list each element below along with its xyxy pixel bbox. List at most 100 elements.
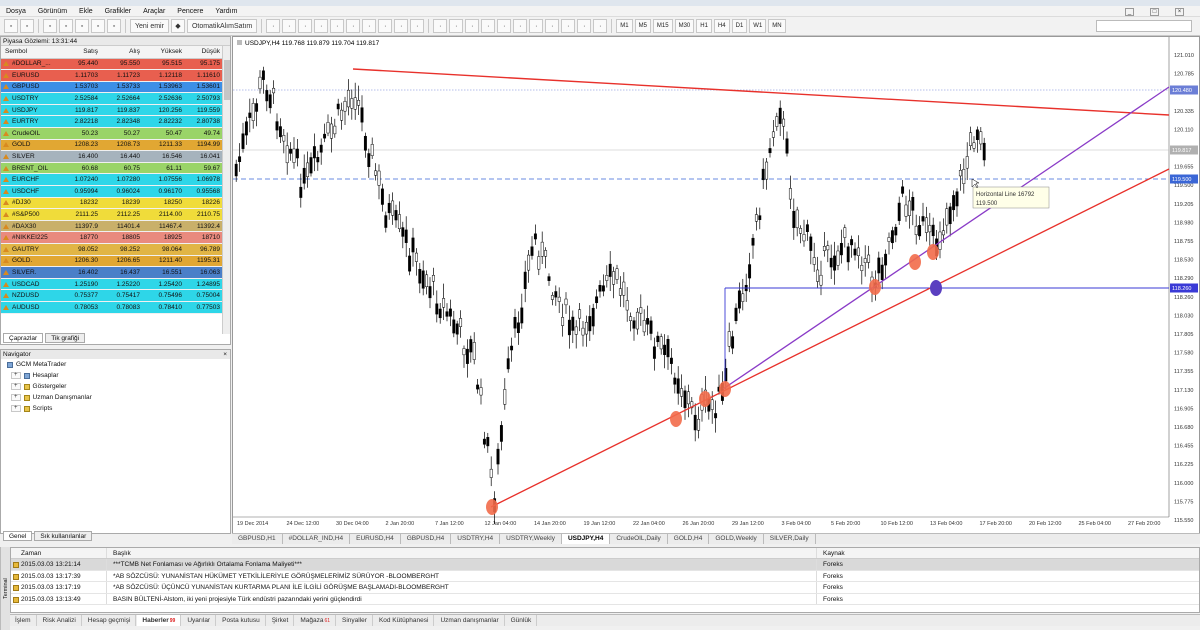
trendline-icon[interactable]: · (330, 19, 345, 33)
rising-trendline[interactable] (722, 86, 1170, 390)
period-icon[interactable]: · (577, 19, 592, 33)
market-watch-row[interactable]: GBPUSD 1.53703 1.53733 1.53963 1.53601 (1, 81, 223, 94)
chart-tab[interactable]: #DOLLAR_IND,H4 (283, 534, 351, 544)
navigator-item[interactable]: + Göstergeler (1, 381, 230, 392)
equidistant-channel-icon[interactable]: · (346, 19, 361, 33)
terminal-tab[interactable]: Hesap geçmişi (83, 615, 137, 626)
menu-item-6[interactable]: Yardım (215, 8, 237, 15)
terminal-tab[interactable]: İşlem (10, 615, 37, 626)
timeframe-MN[interactable]: MN (768, 19, 786, 33)
market-watch-row[interactable]: SILVER 16.400 16.440 16.546 16.041 (1, 150, 223, 163)
terminal-tab[interactable]: Kod Kütüphanesi (374, 615, 435, 626)
timeframe-M1[interactable]: M1 (616, 19, 633, 33)
chart-tab[interactable]: GBPUSD,H1 (232, 534, 283, 544)
timeframe-D1[interactable]: D1 (731, 19, 748, 33)
fibonacci-icon[interactable]: · (362, 19, 377, 33)
chart-tab[interactable]: USDJPY,H4 (561, 534, 611, 544)
market-watch-row[interactable]: USDCAD 1.25190 1.25220 1.25420 1.24895 (1, 278, 223, 291)
timeframe-M30[interactable]: M30 (674, 19, 695, 33)
templates-icon[interactable]: · (593, 19, 608, 33)
cursor-icon[interactable]: · (266, 19, 281, 33)
line-chart-icon[interactable]: · (465, 19, 480, 33)
bar-chart-icon[interactable]: · (433, 19, 448, 33)
chart-menu-icon[interactable] (237, 40, 242, 45)
metaeditor-icon[interactable]: ◆ (170, 19, 185, 33)
nav-tab-1[interactable]: Sık kullanılanlar (34, 531, 93, 541)
chart-tab[interactable]: USDTRY,H4 (451, 534, 501, 544)
market-watch-row[interactable]: EURUSD 1.11703 1.11723 1.12118 1.11610 (1, 69, 223, 82)
menu-item-3[interactable]: Grafikler (105, 8, 131, 15)
mw-header-0[interactable]: Sembol (1, 46, 59, 59)
strategy-tester-icon[interactable]: ▫ (107, 19, 121, 33)
market-watch-row[interactable]: USDJPY 119.817 119.837 120.256 119.559 (1, 104, 223, 117)
terminal-tab[interactable]: Günlük (506, 615, 538, 626)
mw-header-1[interactable]: Satış (59, 46, 101, 59)
chart-tab[interactable]: EURUSD,H4 (350, 534, 401, 544)
terminal-tab[interactable]: Risk Analizi (38, 615, 82, 626)
new-chart-icon[interactable]: ▫ (4, 19, 18, 33)
timeframe-H1[interactable]: H1 (696, 19, 712, 33)
mw-header-4[interactable]: Düşük (185, 46, 223, 59)
market-watch-row[interactable]: AUDUSD 0.78053 0.78083 0.78410 0.77503 (1, 301, 223, 314)
terminal-tab[interactable]: Uzman danışmanlar (435, 615, 505, 626)
market-watch-icon[interactable]: ▫ (43, 19, 57, 33)
news-row[interactable]: 2015.03.03 13:13:49 BASIN BÜLTENİ-Alstom,… (11, 593, 1199, 605)
label-icon[interactable]: · (394, 19, 409, 33)
menu-item-2[interactable]: Ekle (79, 8, 93, 15)
news-row[interactable]: 2015.03.03 13:17:19 *AB SÖZCÜSÜ: ÜÇÜNCÜ Y… (11, 582, 1199, 594)
expand-icon[interactable]: + (11, 372, 21, 379)
market-watch-row[interactable]: #S&P500 2111.25 2112.25 2114.00 2110.75 (1, 208, 223, 221)
chart-tab[interactable]: GOLD,H4 (668, 534, 710, 544)
terminal-icon[interactable]: ▫ (91, 19, 105, 33)
chart-window[interactable]: USDJPY,H4 119.768 119.879 119.704 119.81… (232, 36, 1200, 544)
menu-item-4[interactable]: Araçlar (143, 8, 165, 15)
market-watch-row[interactable]: USDCHF 0.95994 0.96024 0.96170 0.95568 (1, 185, 223, 198)
terminal-tab[interactable]: Posta kutusu (217, 615, 266, 626)
navigator-item[interactable]: + Uzman Danışmanlar (1, 392, 230, 403)
menu-item-5[interactable]: Pencere (177, 8, 203, 15)
data-window-icon[interactable]: ▫ (59, 19, 73, 33)
news-row[interactable]: 2015.03.03 13:21:14 ***TCMB Net Fonlaması… (11, 559, 1199, 571)
profiles-icon[interactable]: ▫ (20, 19, 34, 33)
chart-tab[interactable]: SILVER,Daily (764, 534, 816, 544)
market-watch-row[interactable]: #NIKKEI225 18770 18805 18925 18710 (1, 231, 223, 244)
autoscroll-icon[interactable]: · (529, 19, 544, 33)
indicators-icon[interactable]: · (561, 19, 576, 33)
scrollbar-thumb[interactable] (224, 60, 230, 100)
restore-icon[interactable]: □ (1150, 7, 1159, 16)
horizontal-line-icon[interactable]: · (314, 19, 329, 33)
navigator-item[interactable]: + Scripts (1, 403, 230, 414)
market-watch-row[interactable]: BRENT_OIL 60.68 60.75 61.11 59.67 (1, 162, 223, 175)
text-icon[interactable]: · (378, 19, 393, 33)
mw-header-2[interactable]: Alış (101, 46, 143, 59)
navigator-icon[interactable]: ▫ (75, 19, 89, 33)
chart-tab[interactable]: GOLD,Weekly (709, 534, 764, 544)
search-input[interactable] (1096, 20, 1192, 32)
terminal-tab[interactable]: Uyarılar (182, 615, 217, 626)
chart-tab[interactable]: GBPUSD,H4 (401, 534, 452, 544)
zoom-in-icon[interactable]: · (481, 19, 496, 33)
mw-tab-0[interactable]: Çaprazlar (3, 333, 44, 343)
navigator-item[interactable]: + Hesaplar (1, 370, 230, 381)
market-watch-row[interactable]: NZDUSD 0.75377 0.75417 0.75496 0.75004 (1, 289, 223, 302)
timeframe-M15[interactable]: M15 (652, 19, 673, 33)
crosshair-icon[interactable]: · (282, 19, 297, 33)
timeframe-W1[interactable]: W1 (749, 19, 767, 33)
chart-shift-icon[interactable]: · (545, 19, 560, 33)
market-watch-row[interactable]: EURTRY 2.82218 2.82348 2.82232 2.80738 (1, 115, 223, 129)
news-row[interactable]: 2015.03.03 13:17:39 *AB SÖZCÜSÜ: YUNANİST… (11, 570, 1199, 582)
terminal-tab[interactable]: Haberler99 (137, 615, 182, 626)
market-watch-row[interactable]: EURCHF 1.07240 1.07280 1.07556 1.06978 (1, 173, 223, 187)
menu-item-0[interactable]: Dosya (6, 8, 26, 15)
close-icon[interactable]: × (1175, 7, 1184, 16)
market-watch-row[interactable]: #DOLLAR_... 95.440 95.550 95.515 95.175 (1, 58, 223, 71)
market-watch-row[interactable]: GAUTRY 98.052 98.252 98.064 96.789 (1, 243, 223, 256)
terminal-tab[interactable]: Mağaza61 (295, 615, 336, 626)
price-chart[interactable]: USDJPY,H4 119.768 119.879 119.704 119.81… (233, 37, 1199, 533)
minimize-icon[interactable]: _ (1125, 7, 1134, 16)
market-watch-row[interactable]: SILVER. 16.402 16.437 16.551 16.063 (1, 266, 223, 279)
tile-icon[interactable]: · (513, 19, 528, 33)
market-watch-row[interactable]: GOLD. 1206.30 1206.65 1211.40 1195.31 (1, 255, 223, 268)
expand-icon[interactable]: + (11, 394, 21, 401)
new-order-button[interactable]: Yeni emir (130, 19, 169, 33)
